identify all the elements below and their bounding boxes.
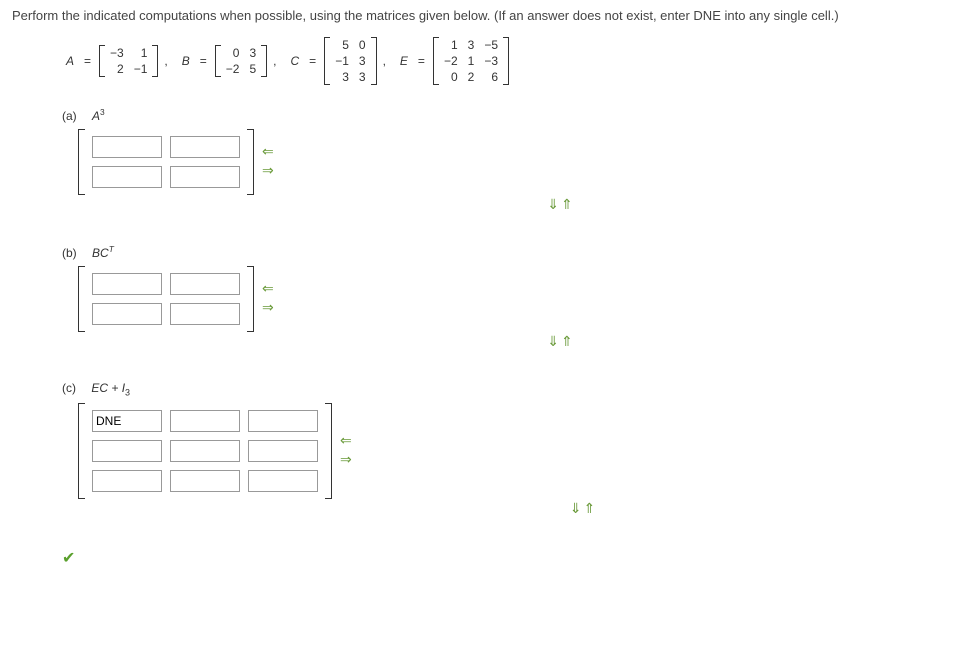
eq-E: =: [416, 54, 429, 68]
comma-3: ,: [381, 54, 392, 68]
answer-c-matrix: [78, 403, 332, 499]
answer-c-cell-1-0[interactable]: [92, 440, 162, 462]
label-E: E: [396, 54, 412, 68]
answer-c-cell-2-0[interactable]: [92, 470, 162, 492]
matrix-A: −31 2−1: [99, 45, 158, 77]
arrow-up-icon: ⇑: [561, 335, 575, 350]
instruction-text: Perform the indicated computations when …: [12, 8, 965, 23]
label-C: C: [287, 54, 304, 68]
row-resize-c[interactable]: ⇓⇑: [570, 501, 597, 518]
arrow-down-icon: ⇓: [547, 335, 561, 350]
answer-a-cell-1-1[interactable]: [170, 166, 240, 188]
answer-b-cell-0-0[interactable]: [92, 273, 162, 295]
arrow-right-icon: ⇒: [340, 452, 352, 469]
arrow-left-icon: ⇐: [262, 281, 274, 298]
part-b-label: (b) BCT: [62, 244, 965, 260]
answer-a-matrix: [78, 129, 254, 195]
answer-c-cell-1-2[interactable]: [248, 440, 318, 462]
matrix-C: 50 −13 33: [324, 37, 376, 85]
col-resize-a[interactable]: ⇐ ⇒: [262, 144, 274, 180]
comma-2: ,: [271, 54, 282, 68]
label-A: A: [62, 54, 78, 68]
arrow-down-icon: ⇓: [547, 198, 561, 213]
col-resize-c[interactable]: ⇐ ⇒: [340, 433, 352, 469]
part-a-label: (a) A3: [62, 107, 965, 123]
part-c: (c) EC + I3: [62, 381, 965, 518]
row-resize-a[interactable]: ⇓⇑: [547, 197, 574, 214]
answer-a-cell-0-0[interactable]: [92, 136, 162, 158]
answer-c-cell-2-1[interactable]: [170, 470, 240, 492]
answer-c-cell-0-2[interactable]: [248, 410, 318, 432]
arrow-up-icon: ⇑: [561, 198, 575, 213]
arrow-right-icon: ⇒: [262, 163, 274, 180]
matrix-E: 13−5 −21−3 026: [433, 37, 509, 85]
eq-C: =: [307, 54, 320, 68]
matrix-B: 03 −25: [215, 45, 267, 77]
arrow-right-icon: ⇒: [262, 300, 274, 317]
arrow-up-icon: ⇑: [584, 502, 598, 517]
arrow-left-icon: ⇐: [262, 144, 274, 161]
answer-a-cell-0-1[interactable]: [170, 136, 240, 158]
part-b: (b) BCT ⇐ ⇒ ⇓⇑: [62, 244, 965, 351]
answer-c-cell-0-1[interactable]: [170, 410, 240, 432]
eq-A: =: [82, 54, 95, 68]
answer-a-cell-1-0[interactable]: [92, 166, 162, 188]
answer-c-cell-1-1[interactable]: [170, 440, 240, 462]
arrow-down-icon: ⇓: [570, 502, 584, 517]
answer-b-matrix: [78, 266, 254, 332]
eq-B: =: [198, 54, 211, 68]
comma-1: ,: [162, 54, 173, 68]
answer-b-cell-1-0[interactable]: [92, 303, 162, 325]
answer-c-cell-0-0[interactable]: [92, 410, 162, 432]
answer-b-cell-0-1[interactable]: [170, 273, 240, 295]
label-B: B: [178, 54, 194, 68]
answer-b-cell-1-1[interactable]: [170, 303, 240, 325]
given-matrices: A = −31 2−1 , B = 03 −25 , C = 50 −13 33…: [62, 37, 965, 85]
answer-c-cell-2-2[interactable]: [248, 470, 318, 492]
check-icon: ✔: [62, 548, 965, 568]
arrow-left-icon: ⇐: [340, 433, 352, 450]
col-resize-b[interactable]: ⇐ ⇒: [262, 281, 274, 317]
row-resize-b[interactable]: ⇓⇑: [547, 334, 574, 351]
part-c-label: (c) EC + I3: [62, 381, 965, 397]
part-a: (a) A3 ⇐ ⇒ ⇓⇑: [62, 107, 965, 214]
